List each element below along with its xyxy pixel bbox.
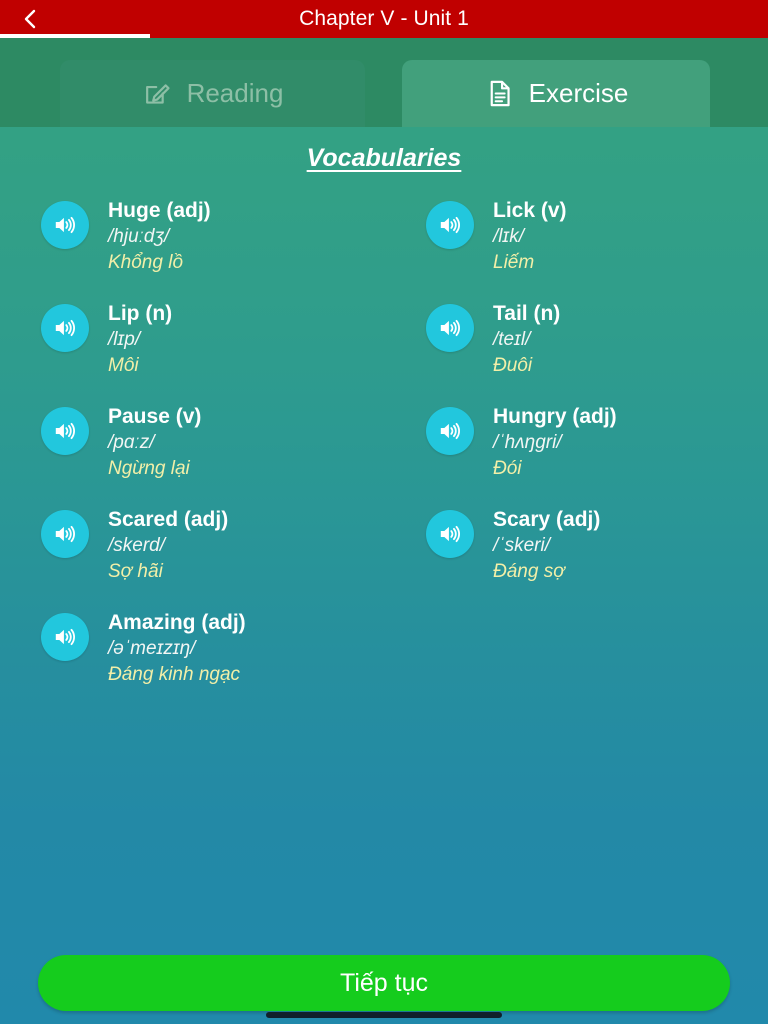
vocabulary-ipa: /ˈhʌŋgri/ [493,432,562,453]
vocabulary-text: Scary (adj) /ˈskeri/Đáng sợ [493,506,600,585]
vocabulary-text: Scared (adj) /skerd/Sợ hãi [108,506,228,585]
vocabulary-text: Hungry (adj) /ˈhʌŋgri/Đói [493,403,617,482]
tab-bar: Reading Exercise [0,38,768,127]
vocabulary-word: Scared (adj) [108,508,229,531]
vocabulary-translation: Liếm [493,252,535,273]
vocabulary-grid: Huge (adj) /hjuːdʒ/Khổng lồ Lick (v) /lɪk/L… [0,197,768,712]
vocabulary-item[interactable]: Pause (v) /pɑːz/Ngừng lại [41,403,382,506]
vocabulary-ipa: /ˈskeri/ [493,535,550,556]
chevron-left-icon [23,8,37,30]
vocabulary-word: Lip (n) [108,302,173,325]
app-header: Chapter V - Unit 1 [0,0,768,38]
page-title: Chapter V - Unit 1 [299,7,469,30]
edit-pencil-icon [142,78,173,109]
speaker-volume-icon[interactable] [426,407,474,455]
vocabulary-translation: Ngừng lại [108,458,190,479]
speaker-volume-icon[interactable] [426,304,474,352]
vocabulary-translation: Đói [493,458,522,479]
vocabulary-item[interactable]: Hungry (adj) /ˈhʌŋgri/Đói [426,403,767,506]
vocabulary-text: Pause (v) /pɑːz/Ngừng lại [108,403,201,482]
vocabulary-word: Tail (n) [493,302,561,325]
back-button[interactable] [8,0,52,38]
home-indicator [266,1012,502,1018]
vocabulary-item[interactable]: Scary (adj) /ˈskeri/Đáng sợ [426,506,767,609]
vocabulary-translation: Đáng sợ [493,561,565,582]
vocabulary-word: Scary (adj) [493,508,601,531]
vocabulary-word: Hungry (adj) [493,405,617,428]
tab-exercise-label: Exercise [528,78,629,108]
speaker-volume-icon[interactable] [41,407,89,455]
vocabulary-translation: Môi [108,355,139,376]
tab-reading[interactable]: Reading [60,60,365,127]
speaker-volume-icon[interactable] [41,613,89,661]
tab-reading-label: Reading [186,78,284,108]
vocabulary-item[interactable]: Lick (v) /lɪk/Liếm [426,197,767,300]
continue-button[interactable]: Tiếp tục [38,955,730,1011]
vocabulary-text: Huge (adj) /hjuːdʒ/Khổng lồ [108,197,211,276]
tab-exercise[interactable]: Exercise [402,60,710,127]
vocabulary-word: Pause (v) [108,405,202,428]
vocabulary-word: Amazing (adj) [108,611,246,634]
vocabulary-text: Lick (v) /lɪk/Liếm [493,197,567,276]
vocabulary-ipa: /əˈmeɪzɪŋ/ [108,638,196,659]
vocabulary-item[interactable]: Tail (n) /teɪl/Đuôi [426,300,767,403]
app-root: Chapter V - Unit 1 Reading Exercise Voca… [0,0,768,1024]
vocabulary-translation: Đáng kinh ngạc [108,664,241,685]
speaker-volume-icon[interactable] [41,201,89,249]
vocabulary-ipa: /skerd/ [108,535,166,556]
vocabulary-ipa: /hjuːdʒ/ [108,226,170,247]
vocabulary-ipa: /pɑːz/ [108,432,155,453]
document-lines-icon [484,78,515,109]
vocabulary-item[interactable]: Lip (n) /lɪp/Môi [41,300,382,403]
vocabulary-item[interactable]: Amazing (adj) /əˈmeɪzɪŋ/Đáng kinh ngạc [41,609,382,712]
section-title: Vocabularies [306,144,462,172]
vocabulary-text: Tail (n) /teɪl/Đuôi [493,300,560,379]
vocabulary-item[interactable]: Scared (adj) /skerd/Sợ hãi [41,506,382,609]
vocabulary-translation: Đuôi [493,355,533,376]
speaker-volume-icon[interactable] [41,304,89,352]
speaker-volume-icon[interactable] [41,510,89,558]
vocabulary-text: Amazing (adj) /əˈmeɪzɪŋ/Đáng kinh ngạc [108,609,246,688]
vocabulary-ipa: /teɪl/ [493,329,531,350]
vocabulary-item[interactable]: Huge (adj) /hjuːdʒ/Khổng lồ [41,197,382,300]
vocabulary-text: Lip (n) /lɪp/Môi [108,300,172,379]
vocabulary-ipa: /lɪp/ [108,329,141,350]
vocabulary-word: Huge (adj) [108,199,211,222]
speaker-volume-icon[interactable] [426,201,474,249]
vocabulary-ipa: /lɪk/ [493,226,525,247]
vocabulary-translation: Khổng lồ [108,252,184,273]
content-area: Vocabularies Huge (adj) /hjuːdʒ/Khổng lồ L… [0,127,768,937]
vocabulary-word: Lick (v) [493,199,567,222]
vocabulary-translation: Sợ hãi [108,561,163,582]
speaker-volume-icon[interactable] [426,510,474,558]
